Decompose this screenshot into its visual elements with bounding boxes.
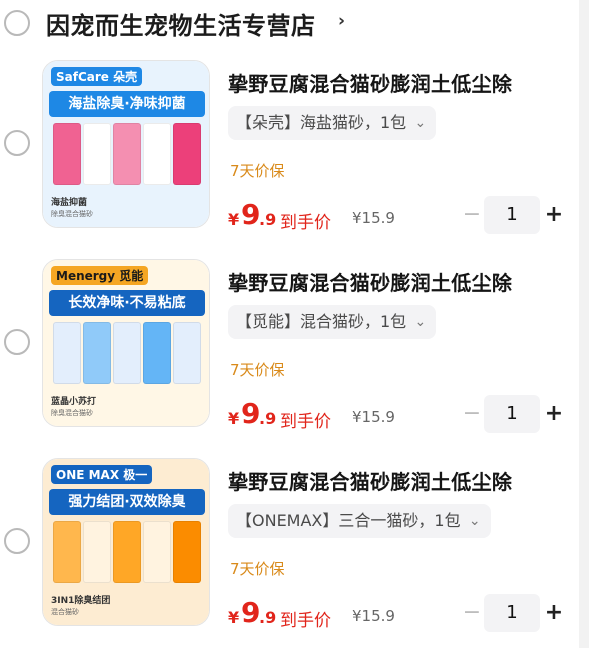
thumbnail-caption-sub: 除臭混合猫砂: [51, 409, 93, 417]
price-guarantee-tag: 7天价保: [230, 361, 285, 379]
product-bags-image: [53, 521, 203, 591]
price-integer: 9: [241, 397, 261, 430]
thumbnail-slogan: 强力结团·双效除臭: [49, 489, 205, 515]
price-integer: 9: [241, 198, 261, 231]
price-guarantee-tag: 7天价保: [230, 162, 285, 180]
price-guarantee-tag: 7天价保: [230, 560, 285, 578]
quantity-increase-button[interactable]: +: [542, 600, 566, 628]
quantity-input[interactable]: 1: [484, 196, 540, 234]
quantity-decrease-button[interactable]: −: [460, 202, 484, 230]
thumbnail-slogan: 海盐除臭·净味抑菌: [49, 91, 205, 117]
brand-logo: SafCare 朵壳: [51, 67, 143, 86]
price-decimal: .9: [259, 608, 277, 627]
product-bag: [53, 521, 81, 583]
scrollbar-track[interactable]: [579, 0, 589, 648]
product-bag: [83, 322, 111, 384]
original-price: ¥15.9: [352, 408, 395, 426]
product-bag: [143, 322, 171, 384]
price-decimal: .9: [259, 210, 277, 229]
quantity-decrease-button[interactable]: −: [460, 401, 484, 429]
sku-selector[interactable]: 【ONEMAX】三合一猫砂，1包 ⌄: [228, 504, 491, 538]
final-price-label: 到手价: [280, 213, 331, 233]
chevron-right-icon[interactable]: ›: [338, 11, 345, 31]
store-name[interactable]: 因宠而生宠物生活专营店: [46, 6, 316, 41]
brand-logo: ONE MAX 极一: [51, 465, 153, 484]
product-thumbnail[interactable]: Menergy 觅能 长效净味·不易粘底 蓝晶小苏打 除臭混合猫砂: [42, 259, 210, 427]
product-title[interactable]: 挚野豆腐混合猫砂膨润土低尘除: [228, 267, 512, 296]
product-bag: [113, 322, 141, 384]
product-bag: [173, 521, 201, 583]
original-price: ¥15.9: [352, 209, 395, 227]
price-integer: 9: [241, 596, 261, 629]
sku-label: 【朵壳】海盐猫砂，1包: [236, 113, 407, 132]
chevron-down-icon: ⌄: [414, 314, 427, 330]
thumbnail-caption: 海盐抑菌: [51, 198, 88, 208]
cart-item: ONE MAX 极一 强力结团·双效除臭 3IN1除臭结团 混合猫砂 挚野豆腐混…: [0, 458, 579, 638]
product-bag: [113, 123, 141, 185]
final-price-label: 到手价: [280, 412, 331, 432]
thumbnail-caption: 3IN1除臭结团: [51, 596, 111, 606]
product-title[interactable]: 挚野豆腐混合猫砂膨润土低尘除: [228, 68, 512, 97]
cart-item: SafCare 朵壳 海盐除臭·净味抑菌 海盐抑菌 除臭混合猫砂 挚野豆腐混合猫…: [0, 60, 579, 240]
product-bag: [173, 123, 201, 185]
thumbnail-caption-sub: 除臭混合猫砂: [51, 210, 93, 218]
product-bag: [53, 322, 81, 384]
store-header: 因宠而生宠物生活专营店 ›: [0, 0, 579, 50]
brand-logo: Menergy 觅能: [51, 266, 149, 285]
item-select-radio[interactable]: [4, 528, 30, 554]
product-bag: [173, 322, 201, 384]
sku-label: 【ONEMAX】三合一猫砂，1包: [236, 511, 461, 530]
quantity-input[interactable]: 1: [484, 594, 540, 632]
sku-label: 【觅能】混合猫砂，1包: [236, 312, 407, 331]
product-bag: [53, 123, 81, 185]
original-price: ¥15.9: [352, 607, 395, 625]
thumbnail-caption: 蓝晶小苏打: [51, 397, 97, 407]
quantity-decrease-button[interactable]: −: [460, 600, 484, 628]
price-row: ¥ 9 .9 到手价 ¥15.9 − 1 +: [228, 594, 568, 634]
price-decimal: .9: [259, 409, 277, 428]
item-select-radio[interactable]: [4, 130, 30, 156]
product-thumbnail[interactable]: SafCare 朵壳 海盐除臭·净味抑菌 海盐抑菌 除臭混合猫砂: [42, 60, 210, 228]
quantity-input[interactable]: 1: [484, 395, 540, 433]
quantity-increase-button[interactable]: +: [542, 401, 566, 429]
item-select-radio[interactable]: [4, 329, 30, 355]
price-row: ¥ 9 .9 到手价 ¥15.9 − 1 +: [228, 196, 568, 236]
product-bags-image: [53, 322, 203, 392]
price-row: ¥ 9 .9 到手价 ¥15.9 − 1 +: [228, 395, 568, 435]
final-price-label: 到手价: [280, 611, 331, 631]
chevron-down-icon: ⌄: [414, 115, 427, 131]
thumbnail-slogan: 长效净味·不易粘底: [49, 290, 205, 316]
product-bag: [143, 123, 171, 185]
product-bag: [143, 521, 171, 583]
product-bag: [83, 123, 111, 185]
chevron-down-icon: ⌄: [468, 513, 481, 529]
price-currency: ¥: [228, 409, 240, 428]
product-bag: [83, 521, 111, 583]
product-title[interactable]: 挚野豆腐混合猫砂膨润土低尘除: [228, 466, 512, 495]
quantity-increase-button[interactable]: +: [542, 202, 566, 230]
price-currency: ¥: [228, 210, 240, 229]
sku-selector[interactable]: 【觅能】混合猫砂，1包 ⌄: [228, 305, 437, 339]
product-bag: [113, 521, 141, 583]
cart-item: Menergy 觅能 长效净味·不易粘底 蓝晶小苏打 除臭混合猫砂 挚野豆腐混合…: [0, 259, 579, 439]
price-currency: ¥: [228, 608, 240, 627]
thumbnail-caption-sub: 混合猫砂: [51, 608, 79, 616]
sku-selector[interactable]: 【朵壳】海盐猫砂，1包 ⌄: [228, 106, 437, 140]
store-select-radio[interactable]: [4, 10, 30, 36]
product-bags-image: [53, 123, 203, 193]
product-thumbnail[interactable]: ONE MAX 极一 强力结团·双效除臭 3IN1除臭结团 混合猫砂: [42, 458, 210, 626]
